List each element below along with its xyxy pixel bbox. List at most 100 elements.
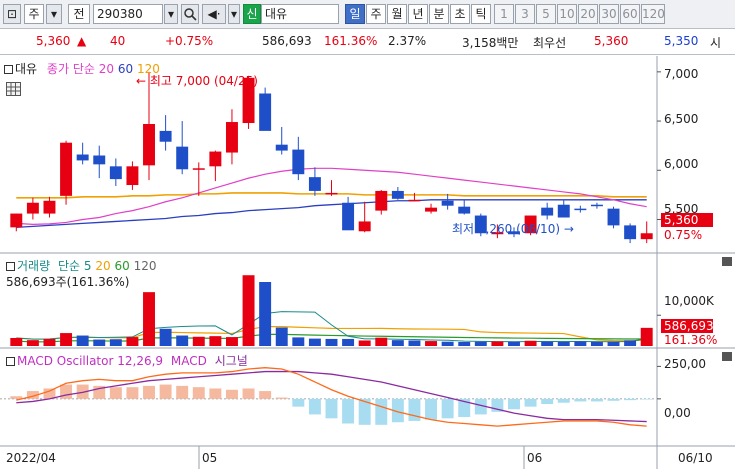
macd-osc-bar <box>375 398 388 425</box>
volume-bar <box>26 340 39 346</box>
candle-body <box>26 202 39 214</box>
volume-pane-maximize-icon[interactable] <box>722 257 732 266</box>
macd-osc-bar <box>159 384 172 399</box>
volume-bar <box>143 292 155 346</box>
period-tab-5[interactable]: 초 <box>450 4 470 24</box>
pane-toggle-icon[interactable] <box>4 65 13 74</box>
toolbar: ⊡ 주 ▾ 전 290380 ▾ ◀· ▾ 신 대유 일 주 월 년 분 초 틱 1 3 5 10 2… <box>0 0 735 29</box>
interval-button-0[interactable]: 1 <box>494 4 514 24</box>
signal-line-label: 시그널 <box>214 354 248 368</box>
candle-body <box>60 142 73 196</box>
volume-ma5-line <box>16 311 647 343</box>
volume-pane-header: 거래량 단순 5 20 60 120 <box>6 257 156 274</box>
search-icon[interactable] <box>181 4 199 24</box>
quote-bar: 5,360 ▲ 40 +0.75% 586,693 161.36% 2.37% … <box>0 29 735 55</box>
macd-osc-bar <box>209 388 222 399</box>
volume-bar <box>209 336 222 346</box>
interval-button-3[interactable]: 10 <box>557 4 577 24</box>
volume-bar <box>242 275 255 346</box>
volume-bar <box>126 337 139 346</box>
candle-body <box>126 166 139 186</box>
volume-bar <box>159 328 172 346</box>
stock-name-field[interactable]: 대유 <box>261 4 339 24</box>
macd-osc-bar <box>557 398 570 403</box>
macd-tick-0: 0,00 <box>664 406 691 420</box>
right-arrow-icon: → <box>563 222 574 236</box>
stock-code-input[interactable]: 290380 <box>93 4 163 24</box>
interval-button-4[interactable]: 20 <box>578 4 598 24</box>
period-type-select[interactable]: 주 <box>24 4 44 24</box>
best-bid-price: 5,350 <box>664 34 699 48</box>
macd-osc-bar <box>441 398 454 419</box>
speaker-icon[interactable]: ◀· <box>202 4 226 24</box>
period-tab-2[interactable]: 월 <box>387 4 407 24</box>
turnover-rate: 2.37% <box>388 34 427 48</box>
volume-ma-label: 단순 <box>57 259 81 273</box>
compare-button[interactable]: 전 <box>68 4 90 24</box>
period-tab-0[interactable]: 일 <box>345 4 365 24</box>
chevron-down-icon[interactable]: ▾ <box>46 4 62 24</box>
candle-body <box>590 204 603 207</box>
volume-bar <box>225 337 238 346</box>
candle-body <box>259 93 272 131</box>
period-tab-4[interactable]: 분 <box>429 4 449 24</box>
macd-osc-bar <box>225 389 238 399</box>
ma20-label: 20 <box>98 62 115 76</box>
trade-amount: 3,158백만 <box>462 36 519 50</box>
macd-osc-bar <box>624 398 637 401</box>
candle-body <box>425 207 438 212</box>
volume-bar <box>441 341 454 346</box>
interval-button-7[interactable]: 120 <box>641 4 665 24</box>
candle-body <box>209 151 222 167</box>
candle-body <box>10 213 23 228</box>
macd-osc-bar <box>508 398 520 410</box>
candle-body <box>624 225 637 240</box>
volume-ma60-label: 60 <box>114 259 130 273</box>
best-bid-label: 최우선 <box>533 36 567 50</box>
volume-bar <box>60 333 73 346</box>
candle-body <box>93 155 106 165</box>
volume-bar <box>624 340 637 346</box>
macd-osc-bar <box>640 398 653 400</box>
candle-body <box>607 208 620 226</box>
macd-osc-bar <box>590 398 603 402</box>
period-tab-1[interactable]: 주 <box>366 4 386 24</box>
window-menu-icon[interactable]: ⊡ <box>3 4 21 24</box>
volume-bar <box>391 340 404 346</box>
volume-bar <box>574 341 587 346</box>
price-pane-title: 대유 <box>15 62 38 76</box>
current-volume-marker: 586,693 <box>661 319 714 333</box>
candle-body <box>391 190 404 199</box>
low-price-annotation: 최저 5,260 (06/10) → <box>452 220 574 237</box>
volume-bar <box>607 341 620 346</box>
candle-body <box>192 168 205 170</box>
volume-bar <box>259 282 272 346</box>
interval-button-6[interactable]: 60 <box>620 4 640 24</box>
speaker-dropdown-icon[interactable]: ▾ <box>228 4 240 24</box>
volume-bar <box>43 338 56 346</box>
interval-button-2[interactable]: 5 <box>536 4 556 24</box>
stock-code-dropdown-icon[interactable]: ▾ <box>164 4 178 24</box>
trade-volume: 586,693 <box>262 34 312 48</box>
macd-osc-bar <box>60 384 73 399</box>
macd-osc-bar <box>607 398 620 401</box>
volume-bar <box>76 335 89 346</box>
macd-pane-header: MACD Oscillator 12,26,9 MACD 시그널 <box>6 352 248 369</box>
volume-bar <box>275 327 288 346</box>
pane-toggle-icon[interactable] <box>6 357 15 366</box>
interval-button-5[interactable]: 30 <box>599 4 619 24</box>
candle-body <box>342 202 355 231</box>
period-tab-3[interactable]: 년 <box>408 4 428 24</box>
interval-button-1[interactable]: 3 <box>515 4 535 24</box>
volume-bar <box>109 339 122 346</box>
date-label-06-10: 06/10 <box>678 451 713 465</box>
macd-osc-bar <box>176 385 189 399</box>
table-grid-icon[interactable] <box>6 82 21 96</box>
macd-line-label: MACD <box>170 354 207 368</box>
macd-osc-bar <box>275 397 288 399</box>
date-label-2022-04: 2022/04 <box>6 451 56 465</box>
pane-toggle-icon[interactable] <box>6 262 15 271</box>
period-tab-6[interactable]: 틱 <box>471 4 491 24</box>
macd-pane-maximize-icon[interactable] <box>722 352 732 361</box>
trailing-label: 시 <box>710 36 722 50</box>
